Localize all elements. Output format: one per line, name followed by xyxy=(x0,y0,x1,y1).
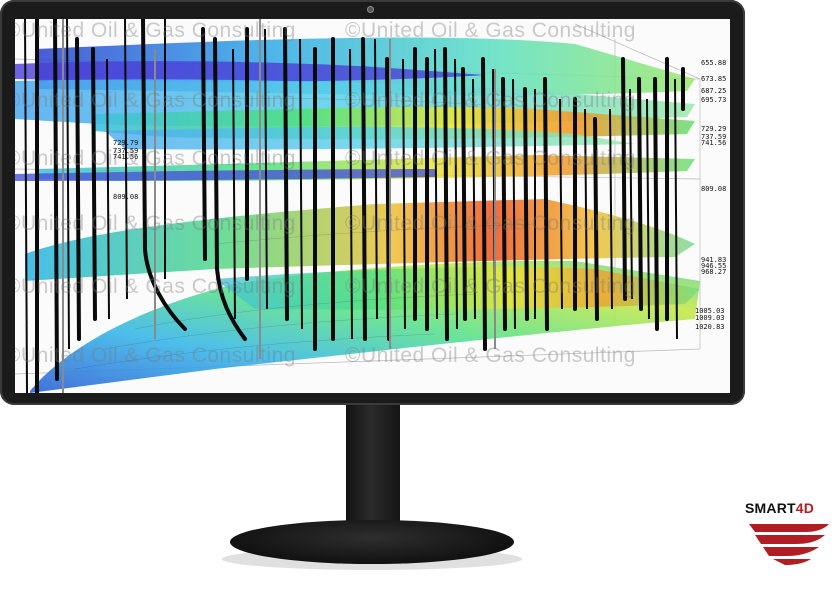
logo-swoosh-icon xyxy=(749,524,829,565)
depth-label: 809.08 xyxy=(701,185,727,193)
logo-wordmark: SMART4D xyxy=(745,500,814,516)
depth-label: 968.27 xyxy=(701,268,727,276)
watermark-text: ©United Oil & Gas Consulting xyxy=(345,275,636,298)
logo-text-main: SMART xyxy=(745,500,796,516)
webcam xyxy=(367,6,374,13)
depth-label: 741.56 xyxy=(701,139,727,147)
depth-label: 687.25 xyxy=(701,87,727,95)
watermark-text: ©United Oil & Gas Consulting xyxy=(15,344,296,367)
depth-label: 729.79 xyxy=(113,139,139,147)
depth-label: 729.29 xyxy=(701,125,727,133)
depth-label: 655.88 xyxy=(701,59,727,67)
depth-label: 695.73 xyxy=(701,96,727,104)
smart4d-logo: SMART4D xyxy=(745,500,836,570)
depth-label: 741.56 xyxy=(113,153,139,161)
watermark-text: ©United Oil & Gas Consulting xyxy=(345,212,636,235)
watermark-text: ©United Oil & Gas Consulting xyxy=(15,89,296,112)
watermark-text: ©United Oil & Gas Consulting xyxy=(15,275,296,298)
watermark-text: ©United Oil & Gas Consulting xyxy=(345,19,636,42)
watermark-text: ©United Oil & Gas Consulting xyxy=(15,19,296,42)
3d-reservoir-visualization xyxy=(15,19,701,393)
watermark-text: ©United Oil & Gas Consulting xyxy=(345,344,636,367)
depth-label: 809.08 xyxy=(113,193,139,201)
logo-text-accent: 4D xyxy=(795,500,815,516)
depth-label: 673.85 xyxy=(701,75,727,83)
depth-label: 1009.03 xyxy=(695,314,725,322)
monitor-stand-base xyxy=(230,520,514,564)
watermark-text: ©United Oil & Gas Consulting xyxy=(345,147,636,170)
watermark-text: ©United Oil & Gas Consulting xyxy=(15,212,296,235)
depth-label: 1020.83 xyxy=(695,323,725,331)
watermark-text: ©United Oil & Gas Consulting xyxy=(15,147,296,170)
watermark-text: ©United Oil & Gas Consulting xyxy=(345,89,636,112)
monitor-screen: ©United Oil & Gas Consulting ©United Oil… xyxy=(15,19,730,393)
monitor-bezel: ©United Oil & Gas Consulting ©United Oil… xyxy=(0,0,745,405)
monitor-stand-neck xyxy=(346,405,400,530)
